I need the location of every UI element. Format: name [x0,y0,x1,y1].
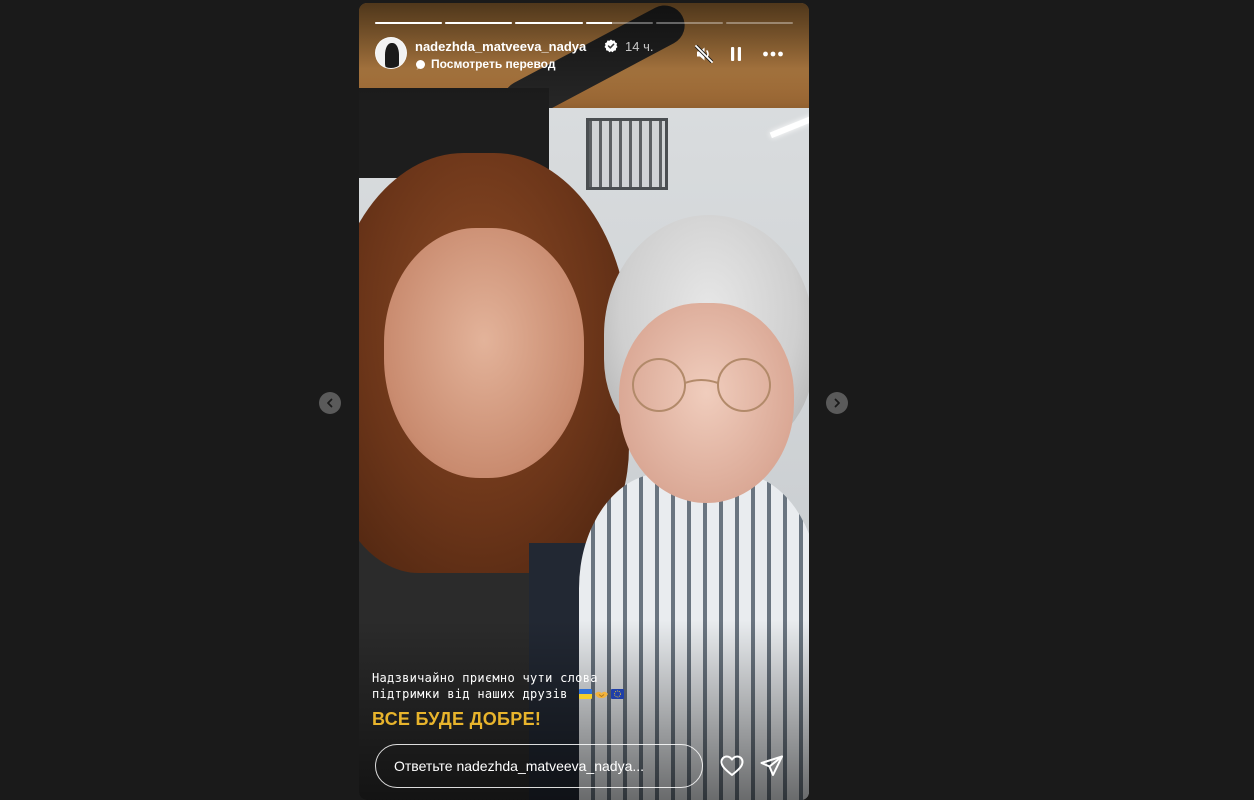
progress-segment [655,22,723,24]
previous-story-button[interactable] [319,392,341,414]
verified-badge-icon [604,39,618,53]
progress-segment [585,22,653,24]
send-button[interactable] [759,753,785,779]
progress-segment [515,22,583,24]
speaker-muted-icon [694,44,714,64]
ukraine-flag-emoji [579,689,593,699]
translate-dot-icon [416,59,425,69]
story-headline: ВСЕ БУДЕ ДОБРЕ! [372,709,542,729]
story-card[interactable]: nadezhda_matveeva_nadya 14 ч. Посмотреть… [359,3,809,800]
mute-button[interactable] [693,43,715,65]
story-viewer: nadezhda_matveeva_nadya 14 ч. Посмотреть… [0,0,1254,800]
eu-flag-emoji [611,689,625,699]
like-button[interactable] [719,753,745,779]
handshake-emoji [595,691,609,699]
more-options-button[interactable] [760,43,786,65]
more-options-icon [763,51,783,57]
next-story-button[interactable] [826,392,848,414]
caption-line-2-wrap: підтримки від наших друзів [372,686,625,702]
translate-label: Посмотреть перевод [431,57,556,71]
heart-icon [720,755,744,776]
caption-line-1: Надзвичайно приємно чути слова [372,671,598,685]
avatar[interactable] [375,37,407,69]
pause-button[interactable] [725,43,747,65]
chevron-right-icon [834,398,840,408]
story-progress-bar [375,22,794,24]
pause-icon [731,47,741,61]
reply-placeholder: Ответьте nadezhda_matveeva_nadya... [394,758,645,774]
send-icon [760,755,783,776]
username-link[interactable]: nadezhda_matveeva_nadya [415,39,586,54]
story-header: nadezhda_matveeva_nadya 14 ч. Посмотреть… [375,37,793,73]
reply-input[interactable]: Ответьте nadezhda_matveeva_nadya... [375,744,703,788]
progress-segment [375,22,443,24]
progress-segment [725,22,794,24]
caption-line-2: підтримки від наших друзів [372,687,568,701]
story-timestamp: 14 ч. [625,39,654,54]
chevron-left-icon [327,398,333,408]
story-caption: Надзвичайно приємно чути слова підтримки… [372,670,625,702]
progress-segment [445,22,513,24]
caption-emoji [579,689,625,700]
translate-link[interactable]: Посмотреть перевод [415,57,555,71]
